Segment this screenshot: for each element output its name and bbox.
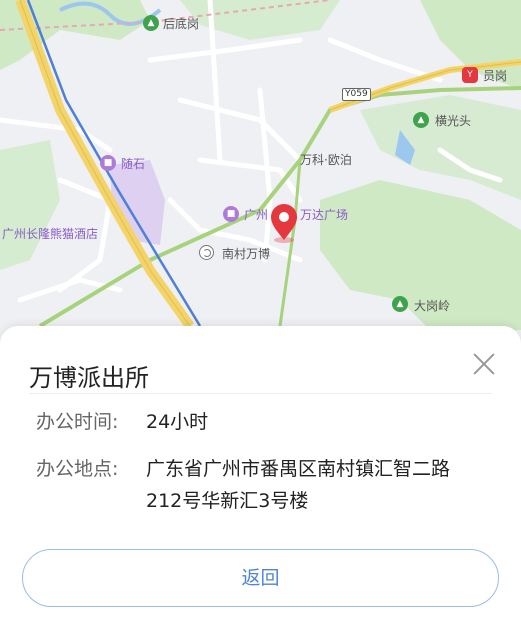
place-title: 万博派出所	[29, 364, 149, 392]
hours-label: 办公时间:	[36, 411, 119, 433]
map-label-guangzhou[interactable]: 广州	[244, 208, 268, 222]
map-label-dagangling[interactable]: 大岗岭	[414, 299, 450, 313]
back-button[interactable]: 返回	[22, 549, 499, 607]
mall-icon: ■	[223, 206, 239, 222]
mountain-icon: ▲	[392, 296, 408, 312]
close-icon[interactable]	[470, 350, 498, 378]
location-pin-icon[interactable]	[268, 202, 300, 244]
map-label-nancun-wanbo[interactable]: 南村万博	[222, 247, 270, 261]
map-label-suishi[interactable]: 随石	[121, 157, 145, 171]
map-label-yungang[interactable]: 员岗	[483, 69, 507, 83]
info-sheet: 万博派出所 办公时间: 24小时 办公地点: 广东省广州市番禺区南村镇汇智二路2…	[0, 326, 521, 625]
map-label-wanda-plaza[interactable]: 万达广场	[300, 208, 348, 222]
hours-row: 办公时间: 24小时	[36, 406, 496, 438]
map-label-wanke-oubo[interactable]: 万科·欧泊	[300, 153, 352, 167]
shop-icon: ■	[100, 155, 116, 171]
metro-station-icon: Y	[462, 67, 478, 83]
map-label-hengguangtou[interactable]: 横光头	[435, 114, 471, 128]
mountain-icon: ▲	[143, 15, 159, 31]
address-row: 办公地点: 广东省广州市番禺区南村镇汇智二路212号华新汇3号楼	[36, 453, 496, 517]
map-label-houdigang[interactable]: 后底岗	[163, 17, 199, 31]
hours-value: 24小时	[146, 411, 209, 433]
divider	[29, 393, 492, 394]
road-badge: Y059	[342, 88, 371, 101]
address-value: 广东省广州市番禺区南村镇汇智二路212号华新汇3号楼	[146, 458, 451, 512]
metro-icon	[199, 245, 214, 260]
mountain-icon: ▲	[413, 112, 429, 128]
map-label-hotel[interactable]: 广州长隆熊猫酒店	[2, 227, 98, 241]
address-label: 办公地点:	[36, 458, 119, 480]
